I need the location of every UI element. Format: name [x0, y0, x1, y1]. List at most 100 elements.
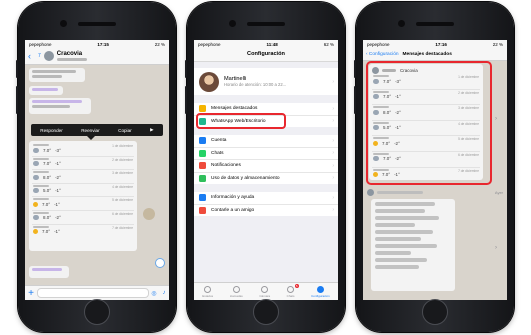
phone-chat: pepephone 17:15 22 % ‹ 7 Cracovia Respon… — [16, 2, 176, 332]
info-icon — [199, 194, 206, 202]
unread-count: 7 — [38, 53, 41, 59]
back-link[interactable]: ‹ Configuración — [366, 52, 399, 57]
starred-message-header: Ayer — [367, 188, 503, 196]
chat-header: ‹ 7 Cracovia — [25, 48, 169, 65]
star-icon — [199, 105, 206, 113]
carrier-label: pepephone — [198, 41, 221, 47]
chevron-right-icon: › — [332, 194, 334, 201]
gear-icon — [316, 285, 324, 293]
chevron-right-icon: › — [332, 137, 334, 144]
cloud-icon — [33, 147, 39, 153]
sender-name-blurred — [377, 190, 423, 194]
tab-bar: Estados Llamadas Cámara 5 Chats Configura… — [194, 282, 338, 300]
message-time: Ayer — [494, 189, 503, 195]
chats-icon — [287, 285, 295, 293]
screen-settings: pepephone 11:48 62 % Configuración Marti… — [194, 40, 338, 300]
cloud-icon — [33, 188, 39, 194]
forecast-row: 3 de diciembre 8.0° -2° — [32, 170, 134, 184]
tab-status[interactable]: Estados — [202, 285, 213, 298]
chevron-right-icon: › — [332, 207, 334, 214]
screen-starred: pepephone 17:16 22 % ‹ Configuración Men… — [363, 40, 507, 300]
chevron-right-icon[interactable]: › — [495, 245, 497, 251]
settings-item-tell-friend[interactable]: Contarle a un amigo › — [194, 205, 338, 217]
settings-item-data-usage[interactable]: Uso de datos y almacenamiento › — [194, 173, 338, 185]
starred-message-card[interactable] — [371, 199, 455, 291]
phone-starred: pepephone 17:16 22 % ‹ Configuración Men… — [354, 2, 514, 332]
tab-settings[interactable]: Configuración — [311, 285, 330, 298]
message-bubble[interactable] — [29, 266, 69, 278]
microphone-icon[interactable]: ♪ — [159, 290, 169, 296]
avatar — [199, 71, 219, 92]
key-icon — [199, 137, 206, 145]
message-input[interactable] — [37, 288, 149, 298]
highlight-frame — [196, 113, 286, 129]
settings-group-3: Información y ayuda › Contarle a un amig… — [194, 192, 338, 216]
camera-icon[interactable]: ◎ — [149, 290, 159, 297]
profile-status: Horario de atención: 10:00 a 22... — [224, 82, 287, 87]
scroll-down-icon[interactable] — [155, 258, 165, 268]
back-chevron-icon[interactable]: ‹ — [28, 51, 38, 61]
status-bar: pepephone 17:16 22 % — [363, 40, 507, 48]
home-button[interactable] — [84, 299, 110, 325]
settings-item-label: Información y ayuda — [211, 195, 255, 201]
settings-item-label: Cuenta — [211, 138, 227, 144]
menu-more-arrow-icon[interactable]: ▶ — [150, 127, 154, 133]
attach-plus-icon[interactable]: + — [25, 288, 37, 299]
status-bar: pepephone 17:15 22 % — [25, 40, 169, 48]
forecast-row: 4 de diciembre 5.0° -1° — [32, 184, 134, 198]
forward-shortcut-icon[interactable] — [143, 208, 155, 220]
message-bubble[interactable] — [29, 98, 91, 114]
chat-subtitle — [56, 57, 87, 61]
chevron-right-icon: › — [332, 150, 334, 157]
front-camera — [229, 20, 236, 27]
phone-settings: pepephone 11:48 62 % Configuración Marti… — [185, 2, 345, 332]
forecast-row: 7 de diciembre 7.0° -1° — [32, 225, 134, 238]
heart-icon — [199, 206, 206, 214]
home-button[interactable] — [253, 299, 279, 325]
avatar[interactable] — [43, 51, 54, 61]
message-bubble[interactable] — [29, 86, 63, 95]
chevron-right-icon: › — [332, 78, 334, 85]
profile-row[interactable]: Martinelli Horario de atención: 10:00 a … — [194, 68, 338, 95]
settings-item-notifications[interactable]: Notificaciones › — [194, 160, 338, 173]
menu-item-reply[interactable]: Responder — [40, 128, 62, 133]
forecast-row: 6 de diciembre 8.0° -2° — [32, 211, 134, 225]
tab-label: Llamadas — [229, 293, 243, 298]
context-menu: Responder Reenviar Copiar ▶ — [31, 124, 163, 140]
forecast-row: 2 de diciembre 7.0° -1° — [32, 157, 134, 171]
screen-chat: pepephone 17:15 22 % ‹ 7 Cracovia Respon… — [25, 40, 169, 300]
battery-label: 22 % — [154, 41, 165, 47]
carrier-label: pepephone — [29, 41, 52, 47]
settings-item-label: Chats — [211, 150, 224, 156]
forecast-row: 1 de diciembre 7.0° -3° — [32, 143, 134, 157]
chevron-right-icon: › — [332, 105, 334, 112]
sun-icon — [33, 229, 38, 235]
message-bubble[interactable] — [29, 68, 85, 82]
tab-chats[interactable]: 5 Chats — [287, 283, 299, 298]
carrier-label: pepephone — [367, 41, 390, 47]
bell-icon — [199, 162, 206, 170]
chevron-right-icon[interactable]: › — [495, 116, 497, 122]
settings-item-account[interactable]: Cuenta › — [194, 135, 338, 148]
tab-calls[interactable]: Llamadas — [229, 285, 243, 298]
settings-item-label: Notificaciones — [211, 163, 241, 169]
unread-badge: 5 — [294, 283, 299, 288]
highlight-frame — [366, 61, 492, 185]
data-arrows-icon — [199, 174, 206, 182]
chevron-right-icon: › — [332, 175, 334, 182]
page-title: Mensajes destacados — [402, 51, 452, 57]
starred-header: ‹ Configuración Mensajes destacados — [363, 48, 507, 61]
clock: 11:48 — [266, 41, 278, 47]
home-button[interactable] — [422, 299, 448, 325]
settings-item-label: Uso de datos y almacenamiento — [211, 175, 280, 181]
cloud-icon — [33, 215, 39, 221]
menu-item-forward[interactable]: Reenviar — [81, 128, 99, 133]
settings-item-chats[interactable]: Chats › — [194, 148, 338, 160]
cloud-icon — [33, 161, 39, 167]
forecast-message[interactable]: 1 de diciembre 7.0° -3° 2 de diciembre 7.0°… — [29, 141, 137, 251]
tab-label: Configuración — [311, 293, 330, 298]
menu-item-copy[interactable]: Copiar — [118, 128, 132, 133]
settings-item-help[interactable]: Información y ayuda › — [194, 192, 338, 205]
tab-camera[interactable]: Cámara — [259, 285, 270, 298]
chat-title[interactable]: Cracovia — [57, 51, 87, 57]
